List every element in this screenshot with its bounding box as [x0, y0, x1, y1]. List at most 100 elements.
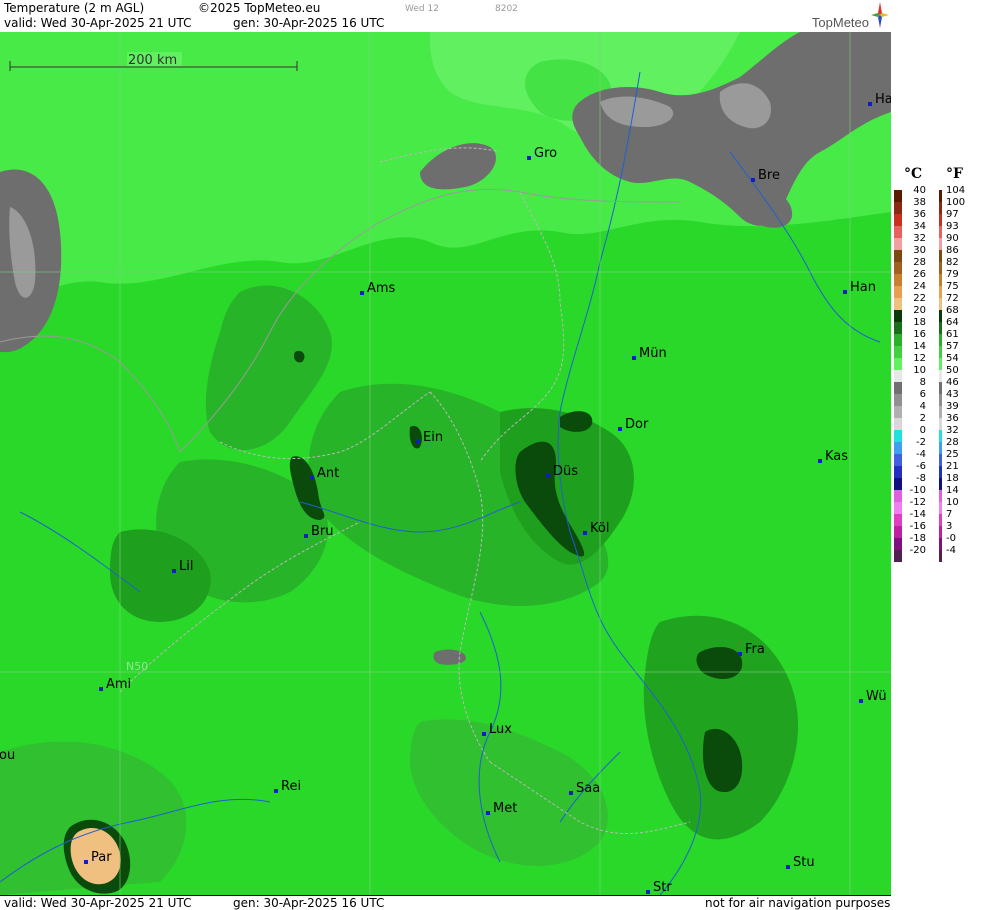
fahrenheit-label: 79 [946, 269, 959, 280]
city-marker [646, 890, 650, 894]
celsius-label: 16 [913, 329, 926, 340]
celsius-label: 30 [913, 245, 926, 256]
celsius-swatch [894, 358, 902, 370]
city-label: Mün [639, 346, 667, 361]
temperature-map[interactable]: 200 km N50 Gro Bre Ha Ams Han Mün Dor Ein Ant Düs… [0, 32, 891, 895]
fahrenheit-label: 39 [946, 401, 959, 412]
celsius-label: 28 [913, 257, 926, 268]
fahrenheit-label: -0 [946, 533, 956, 544]
celsius-label: 8 [919, 377, 926, 388]
celsius-label: 4 [919, 401, 926, 412]
city-marker [868, 102, 872, 106]
fahrenheit-swatch [939, 418, 942, 430]
fahrenheit-swatch [939, 346, 942, 358]
celsius-swatch [894, 250, 902, 262]
fahrenheit-label: 14 [946, 485, 959, 496]
celsius-swatch [894, 490, 902, 502]
fahrenheit-label: 21 [946, 461, 959, 472]
fahrenheit-swatch [939, 226, 942, 238]
fahrenheit-label: 64 [946, 317, 959, 328]
city-label: Stu [793, 855, 815, 870]
celsius-label: 10 [913, 365, 926, 376]
city-marker [818, 459, 822, 463]
city-label: Ami [106, 677, 131, 692]
city-marker [738, 652, 742, 656]
city-marker [172, 569, 176, 573]
city-label: Fra [745, 642, 765, 657]
city-marker [751, 178, 755, 182]
celsius-swatch [894, 442, 902, 454]
fahrenheit-swatch [939, 394, 942, 406]
fahrenheit-swatch [939, 490, 942, 502]
celsius-swatch [894, 262, 902, 274]
fahrenheit-label: 43 [946, 389, 959, 400]
celsius-label: 12 [913, 353, 926, 364]
city-label: Düs [553, 464, 578, 479]
celsius-label: -10 [909, 485, 926, 496]
ghost-text-2: 8202 [495, 4, 518, 14]
fahrenheit-swatch [939, 550, 942, 562]
fahrenheit-label: 46 [946, 377, 959, 388]
celsius-label: -4 [916, 449, 926, 460]
fahrenheit-label: 10 [946, 497, 959, 508]
fahrenheit-header: °F [946, 166, 963, 182]
fahrenheit-swatch [939, 286, 942, 298]
temperature-legend: °C °F 40 104 38 100 36 97 34 93 32 90 30 86 28 82 26 79… [892, 32, 983, 909]
fahrenheit-swatch [939, 442, 942, 454]
fahrenheit-label: 72 [946, 293, 959, 304]
celsius-label: -20 [909, 545, 926, 556]
celsius-label: 2 [919, 413, 926, 424]
celsius-swatch [894, 370, 902, 382]
celsius-swatch [894, 202, 902, 214]
celsius-label: 38 [913, 197, 926, 208]
fahrenheit-label: 28 [946, 437, 959, 448]
celsius-swatch [894, 466, 902, 478]
city-label: Gro [534, 146, 557, 161]
celsius-label: 34 [913, 221, 926, 232]
celsius-label: -16 [909, 521, 926, 532]
celsius-swatch [894, 286, 902, 298]
valid-time: valid: Wed 30-Apr-2025 21 UTC [4, 16, 192, 30]
city-marker [859, 699, 863, 703]
fahrenheit-swatch [939, 502, 942, 514]
celsius-label: 26 [913, 269, 926, 280]
celsius-swatch [894, 214, 902, 226]
city-label: Kas [825, 449, 848, 464]
city-label: Par [91, 850, 112, 865]
celsius-label: -8 [916, 473, 926, 484]
map-canvas: 200 km N50 Gro Bre Ha Ams Han Mün Dor Ein Ant Düs… [0, 32, 891, 895]
celsius-swatch [894, 538, 902, 550]
fahrenheit-swatch [939, 202, 942, 214]
ghost-text-1: Wed 12 [405, 4, 439, 14]
celsius-label: -6 [916, 461, 926, 472]
fahrenheit-swatch [939, 370, 942, 382]
fahrenheit-swatch [939, 214, 942, 226]
fahrenheit-label: 50 [946, 365, 959, 376]
celsius-label: 14 [913, 341, 926, 352]
celsius-swatch [894, 430, 902, 442]
fahrenheit-label: 36 [946, 413, 959, 424]
fahrenheit-label: 68 [946, 305, 959, 316]
fahrenheit-swatch [939, 430, 942, 442]
celsius-swatch [894, 298, 902, 310]
footer-gen-time: gen: 30-Apr-2025 16 UTC [233, 896, 385, 910]
city-marker [583, 531, 587, 535]
celsius-label: 0 [919, 425, 926, 436]
fahrenheit-label: 32 [946, 425, 959, 436]
celsius-label: 24 [913, 281, 926, 292]
city-label: Ant [317, 466, 339, 481]
map-header: Temperature (2 m AGL) ©2025 TopMeteo.eu … [0, 0, 891, 33]
map-footer: valid: Wed 30-Apr-2025 21 UTC gen: 30-Ap… [0, 895, 891, 910]
city-marker [486, 811, 490, 815]
city-label: Saa [576, 781, 600, 796]
fahrenheit-swatch [939, 298, 942, 310]
celsius-label: -14 [909, 509, 926, 520]
fahrenheit-label: 18 [946, 473, 959, 484]
city-marker [416, 440, 420, 444]
fahrenheit-swatch [939, 526, 942, 538]
city-label: Met [493, 801, 517, 816]
celsius-swatch [894, 418, 902, 430]
city-marker [482, 732, 486, 736]
fahrenheit-label: 25 [946, 449, 959, 460]
fahrenheit-swatch [939, 382, 942, 394]
